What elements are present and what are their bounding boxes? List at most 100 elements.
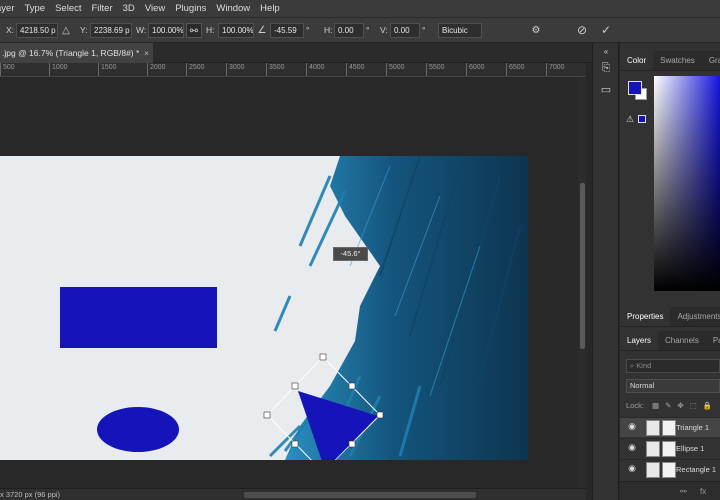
menu-plugins[interactable]: Plugins (170, 0, 211, 17)
link-icon[interactable]: ⚯ (186, 23, 202, 38)
tab-channels[interactable]: Channels (658, 331, 706, 350)
tab-color[interactable]: Color (620, 51, 654, 70)
properties-panel-tabs: Properties Adjustments (620, 307, 720, 327)
transform-handle[interactable] (348, 440, 356, 448)
relative-position-icon[interactable]: △ (60, 23, 72, 38)
tab-layers[interactable]: Layers (620, 331, 659, 350)
layer-style-fx[interactable]: fx (700, 482, 706, 500)
blend-mode-select[interactable]: Normal (626, 379, 720, 393)
horizontal-scroll-thumb[interactable] (244, 492, 476, 498)
layer-row-triangle[interactable]: ◉ Triangle 1 (620, 417, 720, 437)
angle-field[interactable]: -45.59 (270, 23, 304, 38)
x-label: X: (6, 25, 15, 35)
height-label: H: (206, 25, 215, 35)
document-size-status: x 3720 px (96 ppi) (0, 490, 61, 499)
tab-paths[interactable]: Path (706, 331, 720, 350)
menu-filter[interactable]: Filter (87, 0, 118, 17)
layer-row-ellipse[interactable]: ◉ Ellipse 1 (620, 438, 720, 458)
transform-handle[interactable] (263, 411, 271, 419)
menu-view[interactable]: View (140, 0, 170, 17)
canvas-area[interactable] (0, 78, 586, 488)
height-field[interactable]: 100.00% (218, 23, 254, 38)
layer-name[interactable]: Ellipse 1 (676, 439, 704, 459)
degree-symbol: ° (306, 25, 310, 35)
color-picker-field[interactable] (654, 76, 720, 291)
ruler-tick: 5000 (386, 63, 405, 76)
layer-filter-search[interactable]: ⌕ Kind (626, 359, 720, 373)
vskew-label: V: (380, 25, 388, 35)
transform-options-bar: X: 4218.50 p △ Y: 2238.69 p W: 100.00% ⚯… (0, 17, 720, 43)
lock-pixels-icon[interactable]: ▦ (652, 401, 659, 410)
layer-thumbnail (646, 420, 660, 436)
hskew-field[interactable]: 0.00 (334, 23, 364, 38)
tab-swatches[interactable]: Swatches (653, 51, 702, 70)
menu-bar: ayer Type Select Filter 3D View Plugins … (0, 0, 720, 17)
width-field[interactable]: 100.00% (148, 23, 184, 38)
document-tab-title: .jpg @ 16.7% (Triangle 1, RGB/8#) * (2, 48, 140, 58)
layer-name[interactable]: Triangle 1 (676, 418, 709, 438)
document-tab[interactable]: .jpg @ 16.7% (Triangle 1, RGB/8#) * × (0, 43, 153, 63)
commit-transform-icon[interactable]: ✓ (598, 23, 614, 38)
status-bar: x 3720 px (96 ppi) (0, 488, 586, 500)
tab-properties[interactable]: Properties (620, 307, 671, 326)
vskew-field[interactable]: 0.00 (390, 23, 420, 38)
y-label: Y: (80, 25, 88, 35)
web-safe-color-swatch[interactable] (638, 115, 646, 123)
link-layers-icon[interactable]: ⚯ (680, 482, 687, 500)
transform-handle[interactable] (348, 382, 356, 390)
lock-artboard-icon[interactable]: ⬚ (690, 401, 697, 410)
close-tab-icon[interactable]: × (144, 43, 149, 63)
layer-name[interactable]: Rectangle 1 (676, 460, 716, 480)
ruler-tick: 4000 (306, 63, 325, 76)
lock-all-icon[interactable]: 🔒 (703, 401, 712, 410)
ruler-tick: 7000 (546, 63, 565, 76)
tab-gradients[interactable]: Grad (702, 51, 720, 70)
visibility-eye-icon[interactable]: ◉ (626, 421, 638, 432)
color-panel-tabs: ColorSwatchesGrad (620, 51, 720, 71)
visibility-eye-icon[interactable]: ◉ (626, 442, 638, 453)
transform-handle[interactable] (291, 382, 299, 390)
layers-panel-tabs: LayersChannelsPath (620, 331, 720, 351)
ruler-tick: 3500 (266, 63, 285, 76)
transform-handle[interactable] (291, 440, 299, 448)
ruler-tick: 2000 (147, 63, 166, 76)
history-icon[interactable]: ⎘ (599, 61, 613, 75)
triangle-transform[interactable] (0, 156, 528, 460)
comments-icon[interactable]: ▭ (599, 83, 613, 97)
menu-layer[interactable]: ayer (0, 0, 19, 17)
hskew-label: H: (324, 25, 333, 35)
visibility-eye-icon[interactable]: ◉ (626, 463, 638, 474)
interpolation-select[interactable]: Bicubic (438, 23, 482, 38)
tab-adjustments[interactable]: Adjustments (670, 307, 720, 326)
menu-help[interactable]: Help (255, 0, 285, 17)
ruler-tick: 4500 (346, 63, 365, 76)
cancel-transform-icon[interactable]: ⊘ (574, 23, 590, 38)
menu-type[interactable]: Type (19, 0, 50, 17)
transform-handle[interactable] (319, 353, 327, 361)
document-tab-strip: .jpg @ 16.7% (Triangle 1, RGB/8#) * × (0, 43, 592, 63)
lock-paint-icon[interactable]: ✎ (665, 401, 671, 410)
y-position-field[interactable]: 2238.69 p (90, 23, 132, 38)
vector-mask-thumbnail (662, 462, 676, 478)
foreground-color-swatch[interactable] (628, 81, 642, 95)
x-position-field[interactable]: 4218.50 p (16, 23, 58, 38)
collapse-panels-icon[interactable]: « (599, 45, 613, 59)
transform-handle[interactable] (376, 411, 384, 419)
lock-position-icon[interactable]: ✥ (677, 401, 683, 410)
ruler-tick: 5500 (426, 63, 445, 76)
menu-select[interactable]: Select (50, 0, 86, 17)
width-label: W: (136, 25, 147, 35)
layer-row-rectangle[interactable]: ◉ Rectangle 1 (620, 459, 720, 479)
menu-3d[interactable]: 3D (118, 0, 140, 17)
ruler-tick: 1500 (98, 63, 117, 76)
menu-window[interactable]: Window (211, 0, 255, 17)
lock-label: Lock: (626, 401, 644, 410)
warp-icon[interactable]: ⚙ (528, 23, 544, 38)
vertical-scrollbar[interactable] (578, 78, 586, 488)
document-canvas[interactable] (0, 156, 528, 460)
ruler-tick: 6000 (466, 63, 485, 76)
right-panels: ColorSwatchesGrad ⚠ PropertiesAdjustment… (620, 43, 720, 500)
gamut-warning-icon[interactable]: ⚠ (626, 114, 634, 125)
layer-thumbnail (646, 462, 660, 478)
vertical-scroll-thumb[interactable] (580, 183, 585, 349)
